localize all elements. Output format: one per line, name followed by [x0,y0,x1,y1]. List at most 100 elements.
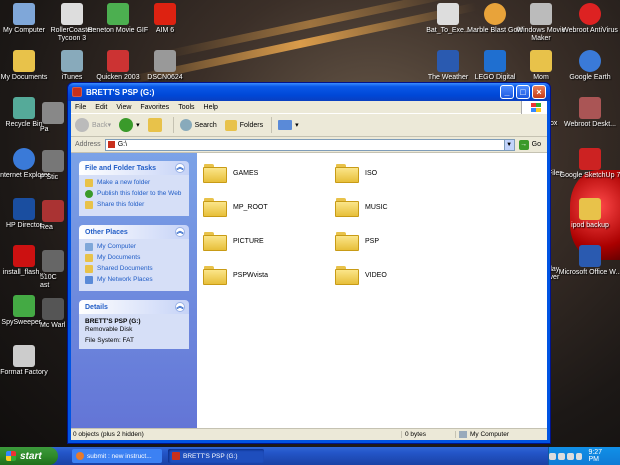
menu-help[interactable]: Help [204,104,218,111]
details-type: Removable Disk [85,326,133,333]
system-tray: 9:27 PM [548,447,620,465]
desktop-icon-format-factory[interactable]: Format Factory [0,345,56,377]
search-icon [179,119,192,131]
go-arrow-icon: → [518,139,529,150]
desktop-icon-ms-office[interactable]: Microsoft Office W... [558,245,620,277]
desktop-icon-aim[interactable]: AIM 6 [133,3,197,35]
details-filesystem: File System: FAT [85,337,134,344]
desktop-icon-partial[interactable]: Mc Warl [40,298,68,330]
folders-button[interactable]: Folders [224,119,263,131]
folder-item[interactable]: GAMES [203,163,258,183]
windows-logo-icon [521,101,547,114]
folder-icon [203,197,227,217]
collapse-icon[interactable]: ︽ [175,227,185,237]
menu-edit[interactable]: Edit [95,104,107,111]
close-button[interactable]: × [532,85,546,99]
address-bar: Address G:\ ▼ → Go [71,137,547,153]
up-folder-button[interactable] [147,118,165,132]
shared-documents-link[interactable]: Shared Documents [85,265,183,273]
tray-icon[interactable] [575,452,583,460]
folder-item[interactable]: ISO [335,163,377,183]
folder-item[interactable]: PSPWvista [203,265,268,285]
collapse-icon[interactable]: ︽ [175,302,185,312]
task-pane: File and Folder Tasks ︽ Make a new folder… [71,153,197,428]
folder-item[interactable]: MUSIC [335,197,388,217]
other-places-panel: Other Places ︽ My Computer My Documents S… [79,225,189,291]
views-button[interactable]: ▾ [278,120,299,130]
desktop-icon-partial[interactable]: P Stic [40,150,68,182]
my-network-places-link[interactable]: My Network Places [85,276,183,284]
back-button[interactable]: Back ▾ [75,118,111,132]
folder-item[interactable]: MP_ROOT [203,197,268,217]
desktop-icon-partial[interactable]: 510C ast [40,250,68,290]
status-size: 0 bytes [401,431,455,438]
folder-icon [335,265,359,285]
address-dropdown-icon[interactable]: ▼ [503,139,514,150]
folder-icon [203,163,227,183]
menu-tools[interactable]: Tools [178,104,194,111]
panel-header[interactable]: Other Places ︽ [79,225,189,239]
share-folder-link[interactable]: Share this folder [85,201,183,209]
up-folder-icon [147,118,162,132]
forward-button[interactable]: ▾ [119,118,140,132]
drive-small-icon [107,141,115,148]
desktop-icon-webroot-desktop[interactable]: Webroot Deskt... [558,97,620,129]
window-title: BRETT'S PSP (G:) [86,87,155,97]
clock[interactable]: 9:27 PM [588,449,614,463]
desktop-icon-ipod-backup[interactable]: ipod backup [558,198,620,230]
desktop-icon-webroot-antivirus[interactable]: Webroot AntiVirus [558,3,620,35]
maximize-button[interactable]: □ [516,85,530,99]
wallpaper-streak [162,0,458,60]
start-button[interactable]: start [0,447,58,465]
views-icon [278,120,293,130]
tray-icon[interactable] [557,452,565,460]
folder-icon [203,231,227,251]
folder-item[interactable]: PSP [335,231,379,251]
collapse-icon[interactable]: ︽ [175,163,185,173]
network-icon [85,276,93,284]
desktop-icon-dscn[interactable]: DSCN0624 [133,50,197,82]
status-location: My Computer [455,431,547,438]
documents-icon [85,254,93,262]
tray-icon[interactable] [566,452,574,460]
taskbar: start submit : new instruct... BRETT'S P… [0,447,620,465]
toolbar-separator [172,117,174,133]
file-list[interactable]: GAMES ISO MP_ROOT MUSIC PICTURE PSP PSPW… [197,153,547,428]
menu-file[interactable]: File [75,104,86,111]
desktop-icon-partial[interactable]: Rea [40,200,68,232]
folder-item[interactable]: VIDEO [335,265,387,285]
my-computer-link[interactable]: My Computer [85,243,183,251]
back-arrow-icon [75,118,89,132]
menu-bar: File Edit View Favorites Tools Help [71,101,547,114]
taskbar-item-browser[interactable]: submit : new instruct... [72,449,162,463]
folder-item[interactable]: PICTURE [203,231,264,251]
address-label: Address [75,141,101,148]
share-icon [85,201,93,209]
toolbar: Back ▾ ▾ Search Folders ▾ [71,114,547,137]
window-titlebar[interactable]: BRETT'S PSP (G:) _ □ × [68,83,550,101]
folder-icon [203,265,227,285]
minimize-button[interactable]: _ [500,85,514,99]
firefox-icon [76,452,84,460]
desktop-icon-partial[interactable]: Pa [40,102,68,134]
desktop-icon-sketchup[interactable]: Google SketchUp 7 [558,148,620,180]
menu-view[interactable]: View [116,104,131,111]
publish-folder-link[interactable]: Publish this folder to the Web [85,190,183,198]
toolbar-separator [271,117,273,133]
desktop-icon-google-earth[interactable]: Google Earth [558,50,620,82]
address-value: G:\ [117,141,128,148]
taskbar-item-explorer[interactable]: BRETT'S PSP (G:) [168,449,264,463]
folder-icon [335,197,359,217]
menu-favorites[interactable]: Favorites [140,104,169,111]
tray-icon[interactable] [549,452,556,460]
windows-flag-icon [6,451,16,461]
my-documents-link[interactable]: My Documents [85,254,183,262]
go-button[interactable]: → Go [518,139,541,150]
panel-header[interactable]: Details ︽ [79,300,189,314]
computer-small-icon [459,431,467,438]
panel-header[interactable]: File and Folder Tasks ︽ [79,161,189,175]
search-button[interactable]: Search [179,119,217,131]
address-input[interactable]: G:\ ▼ [104,138,515,151]
make-new-folder-link[interactable]: Make a new folder [85,179,183,187]
forward-arrow-icon [119,118,134,132]
